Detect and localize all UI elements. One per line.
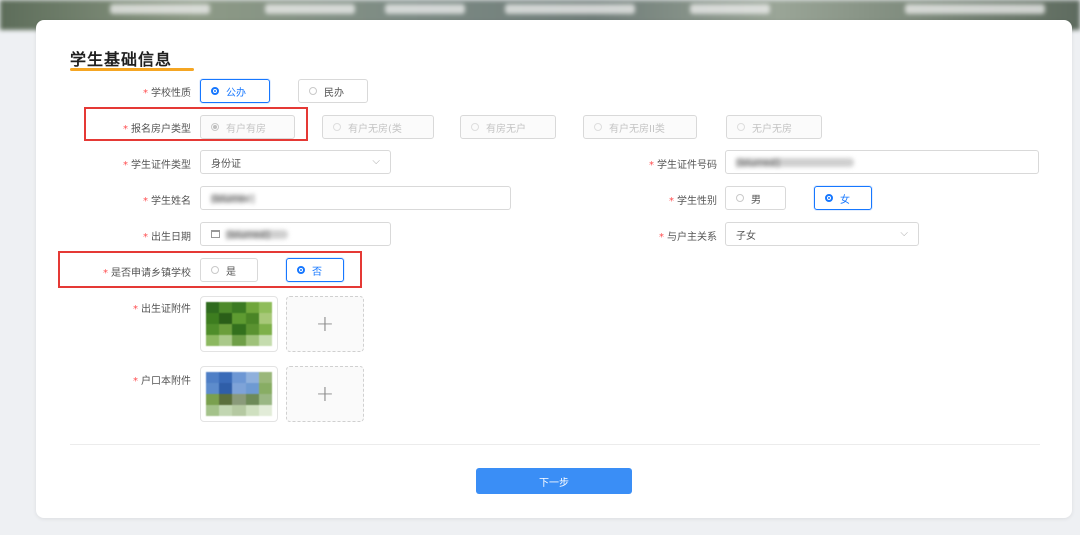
radio-icon bbox=[333, 123, 341, 131]
household-type-option-4[interactable]: 有户无房II类 bbox=[583, 115, 697, 139]
banner-blur bbox=[690, 4, 770, 14]
banner-blur bbox=[505, 4, 635, 14]
radio-icon bbox=[211, 266, 219, 274]
blurred-image bbox=[206, 302, 272, 346]
birth-cert-label: * 出生证附件 bbox=[133, 304, 191, 315]
household-type-option-5[interactable]: 无户无房 bbox=[726, 115, 822, 139]
birth-date-value: [blurred] bbox=[226, 229, 288, 241]
relation-select[interactable]: 子女 ⌵ bbox=[725, 222, 919, 246]
plus-icon: + bbox=[315, 381, 335, 407]
banner-blur bbox=[265, 4, 355, 14]
household-type-option-2[interactable]: 有户无房(类 bbox=[322, 115, 434, 139]
banner-blur bbox=[110, 4, 210, 14]
student-name-value: [blurred] bbox=[211, 193, 255, 205]
title-underline bbox=[70, 68, 194, 71]
gender-option-female[interactable]: 女 bbox=[814, 186, 872, 210]
id-type-label: * 学生证件类型 bbox=[123, 160, 191, 171]
chevron-down-icon: ⌵ bbox=[900, 228, 908, 239]
birth-date-label: * 出生日期 bbox=[143, 232, 191, 243]
plus-icon: + bbox=[315, 311, 335, 337]
radio-icon bbox=[825, 194, 833, 202]
id-number-value: [blurred] bbox=[736, 157, 854, 169]
household-book-upload-button[interactable]: + bbox=[286, 366, 364, 422]
birth-date-picker[interactable]: [blurred] bbox=[200, 222, 391, 246]
household-book-label: * 户口本附件 bbox=[133, 376, 191, 387]
radio-icon bbox=[736, 194, 744, 202]
next-step-button[interactable]: 下一步 bbox=[476, 468, 632, 494]
rural-school-option-no[interactable]: 否 bbox=[286, 258, 344, 282]
student-info-card: 学生基础信息 * 学校性质 公办 民办 * 报名房户类型 有户有房 有户无房(类 有… bbox=[36, 20, 1072, 518]
school-nature-label: * 学校性质 bbox=[143, 88, 191, 99]
id-type-select[interactable]: 身份证 ⌵ bbox=[200, 150, 391, 174]
id-number-label: * 学生证件号码 bbox=[649, 160, 717, 171]
gender-label: * 学生性别 bbox=[669, 196, 717, 207]
radio-icon bbox=[211, 87, 219, 95]
relation-label: * 与户主关系 bbox=[659, 232, 717, 243]
household-type-option-1[interactable]: 有户有房 bbox=[200, 115, 295, 139]
radio-icon bbox=[309, 87, 317, 95]
student-name-input[interactable]: [blurred] bbox=[200, 186, 511, 210]
birth-cert-upload-button[interactable]: + bbox=[286, 296, 364, 352]
radio-icon bbox=[297, 266, 305, 274]
school-nature-option-public[interactable]: 公办 bbox=[200, 79, 270, 103]
banner-blur bbox=[385, 4, 465, 14]
household-book-thumbnail[interactable] bbox=[200, 366, 278, 422]
divider bbox=[70, 444, 1040, 445]
student-name-label: * 学生姓名 bbox=[143, 196, 191, 207]
calendar-icon bbox=[211, 230, 220, 238]
radio-icon bbox=[594, 123, 602, 131]
id-number-input[interactable]: [blurred] bbox=[725, 150, 1039, 174]
birth-cert-thumbnail[interactable] bbox=[200, 296, 278, 352]
section-title: 学生基础信息 bbox=[70, 50, 173, 69]
radio-icon bbox=[471, 123, 479, 131]
radio-icon bbox=[211, 123, 219, 131]
radio-icon bbox=[737, 123, 745, 131]
chevron-down-icon: ⌵ bbox=[372, 156, 380, 167]
gender-option-male[interactable]: 男 bbox=[725, 186, 786, 210]
household-type-label: * 报名房户类型 bbox=[123, 124, 191, 135]
rural-school-option-yes[interactable]: 是 bbox=[200, 258, 258, 282]
banner-blur bbox=[905, 4, 1045, 14]
rural-school-label: * 是否申请乡镇学校 bbox=[103, 268, 191, 279]
household-type-option-3[interactable]: 有房无户 bbox=[460, 115, 556, 139]
blurred-image bbox=[206, 372, 272, 416]
school-nature-option-private[interactable]: 民办 bbox=[298, 79, 368, 103]
